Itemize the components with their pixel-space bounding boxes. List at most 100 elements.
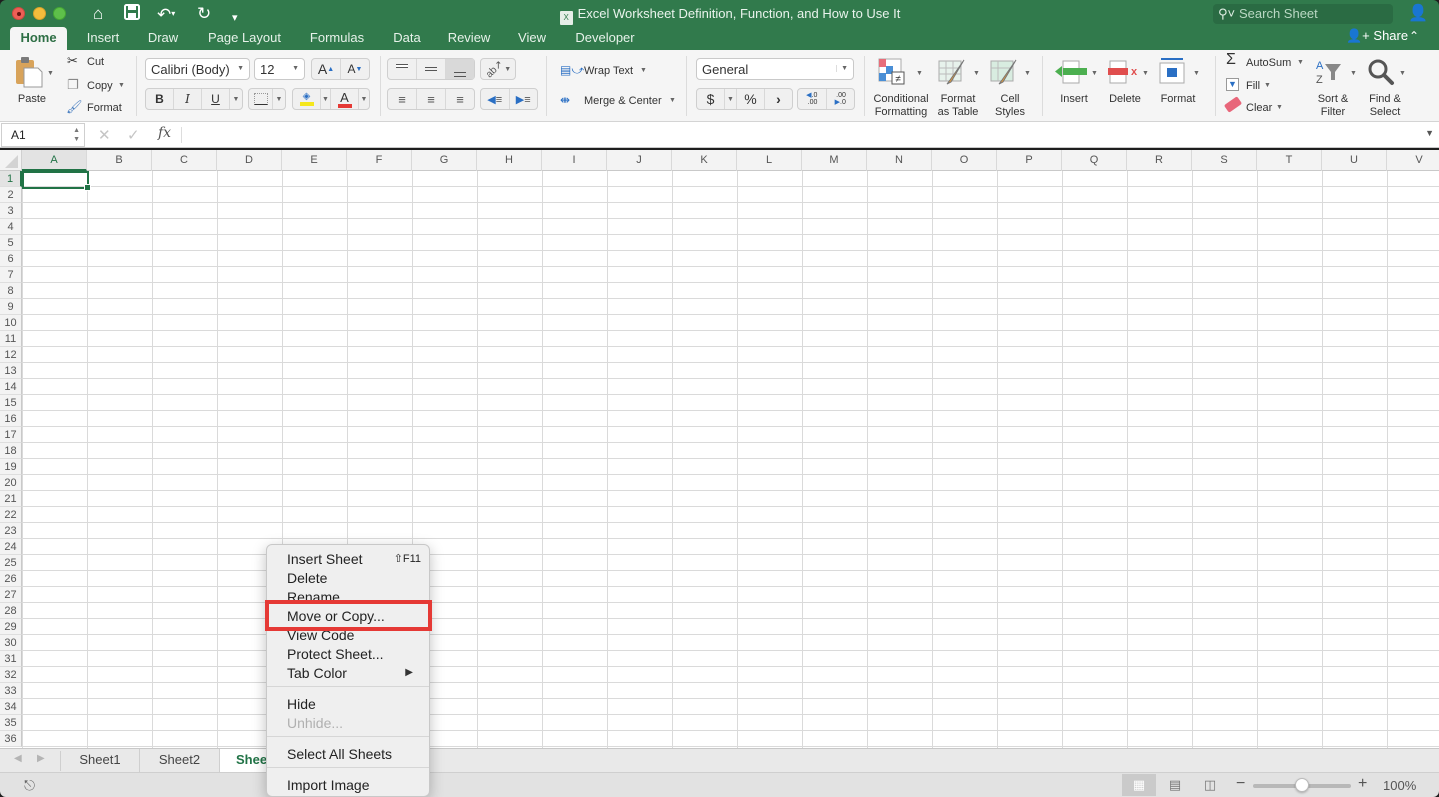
currency-button[interactable]: $ xyxy=(697,89,725,109)
cancel-entry-icon[interactable]: ✕ xyxy=(98,126,111,144)
italic-button[interactable]: I xyxy=(174,89,202,109)
column-header-a[interactable]: A xyxy=(22,150,87,171)
decrease-indent-button[interactable]: ◀≡ xyxy=(481,89,510,109)
decrease-decimal-button[interactable]: .00 ▶.0 xyxy=(827,89,855,109)
share-button[interactable]: 👤+ Share xyxy=(1346,27,1408,45)
previous-sheet-arrow-icon[interactable]: ◀ xyxy=(14,753,22,764)
normal-view-button[interactable]: ▦ xyxy=(1122,774,1156,796)
row-header-33[interactable]: 33 xyxy=(0,683,22,699)
row-header-9[interactable]: 9 xyxy=(0,299,22,315)
row-header-36[interactable]: 36 xyxy=(0,731,22,747)
customize-toolbar-icon[interactable]: ▾ xyxy=(232,8,238,28)
column-header-q[interactable]: Q xyxy=(1062,150,1127,171)
format-cells-button[interactable]: Format xyxy=(1156,93,1200,106)
align-left-button[interactable]: ≡ xyxy=(388,89,417,109)
column-header-b[interactable]: B xyxy=(87,150,152,171)
fill-color-button[interactable]: ◈ xyxy=(293,89,321,109)
cells-area[interactable] xyxy=(22,171,1439,748)
tab-developer[interactable]: Developer xyxy=(570,27,640,50)
row-header-22[interactable]: 22 xyxy=(0,507,22,523)
font-size-select[interactable]: 12 ▼ xyxy=(254,58,305,80)
row-header-6[interactable]: 6 xyxy=(0,251,22,267)
delete-cells-dropdown-icon[interactable]: ▼ xyxy=(1142,70,1149,77)
row-header-20[interactable]: 20 xyxy=(0,475,22,491)
redo-icon[interactable]: ↻ xyxy=(197,4,211,24)
zoom-in-button[interactable]: + xyxy=(1358,775,1367,793)
conditional-formatting-button[interactable]: Conditional Formatting xyxy=(868,93,934,119)
paste-icon[interactable] xyxy=(14,56,43,88)
currency-dropdown[interactable]: ▼ xyxy=(725,89,737,109)
row-header-34[interactable]: 34 xyxy=(0,699,22,715)
row-header-32[interactable]: 32 xyxy=(0,667,22,683)
column-header-k[interactable]: K xyxy=(672,150,737,171)
column-header-i[interactable]: I xyxy=(542,150,607,171)
align-right-button[interactable]: ≡ xyxy=(446,89,474,109)
format-as-table-button[interactable]: Format as Table xyxy=(935,93,981,119)
row-header-13[interactable]: 13 xyxy=(0,363,22,379)
sort-filter-dropdown-icon[interactable]: ▼ xyxy=(1350,70,1357,77)
merge-center-dropdown-icon[interactable]: ▼ xyxy=(669,97,676,104)
row-header-25[interactable]: 25 xyxy=(0,555,22,571)
row-header-2[interactable]: 2 xyxy=(0,187,22,203)
row-header-27[interactable]: 27 xyxy=(0,587,22,603)
tab-page-layout[interactable]: Page Layout xyxy=(203,27,286,50)
font-name-select[interactable]: Calibri (Body) ▼ xyxy=(145,58,250,80)
save-icon[interactable] xyxy=(124,4,140,25)
underline-button[interactable]: U xyxy=(202,89,230,109)
maximize-window-button[interactable] xyxy=(53,7,66,20)
undo-icon[interactable]: ↶▾ xyxy=(157,4,175,25)
zoom-out-button[interactable]: − xyxy=(1236,775,1245,793)
column-header-d[interactable]: D xyxy=(217,150,282,171)
row-header-8[interactable]: 8 xyxy=(0,283,22,299)
row-header-1[interactable]: 1 xyxy=(0,171,22,187)
clear-button[interactable]: Clear xyxy=(1246,101,1272,115)
row-header-35[interactable]: 35 xyxy=(0,715,22,731)
sort-filter-button[interactable]: Sort & Filter xyxy=(1313,93,1353,119)
page-break-view-button[interactable]: ◫ xyxy=(1193,774,1227,796)
align-middle-button[interactable] xyxy=(417,59,446,79)
cell-styles-dropdown-icon[interactable]: ▼ xyxy=(1024,70,1031,77)
row-header-16[interactable]: 16 xyxy=(0,411,22,427)
row-header-15[interactable]: 15 xyxy=(0,395,22,411)
menu-item-select-all-sheets[interactable]: Select All Sheets xyxy=(287,745,392,763)
borders-button[interactable] xyxy=(249,89,273,109)
paste-button[interactable]: Paste xyxy=(14,93,50,106)
page-layout-view-button[interactable]: ▤ xyxy=(1158,774,1192,796)
insert-cells-dropdown-icon[interactable]: ▼ xyxy=(1091,70,1098,77)
menu-item-insert-sheet[interactable]: Insert Sheet xyxy=(287,550,363,568)
worksheet-grid[interactable]: ABCDEFGHIJKLMNOPQRSTUV 1 2 3 4 5 6 7 8 9 10 11 12 13… xyxy=(0,150,1439,748)
number-format-select[interactable]: General ▼ xyxy=(696,58,854,80)
row-header-30[interactable]: 30 xyxy=(0,635,22,651)
orientation-button[interactable]: ab↗ ▼ xyxy=(481,58,515,80)
column-header-s[interactable]: S xyxy=(1192,150,1257,171)
column-header-e[interactable]: E xyxy=(282,150,347,171)
tab-formulas[interactable]: Formulas xyxy=(305,27,369,50)
row-header-3[interactable]: 3 xyxy=(0,203,22,219)
column-header-f[interactable]: F xyxy=(347,150,412,171)
autosum-button[interactable]: AutoSum xyxy=(1246,56,1291,70)
column-header-l[interactable]: L xyxy=(737,150,802,171)
percent-button[interactable]: % xyxy=(737,89,765,109)
menu-item-tab-color[interactable]: Tab Color xyxy=(287,664,347,682)
align-center-button[interactable]: ≡ xyxy=(417,89,446,109)
borders-dropdown[interactable]: ▼ xyxy=(273,89,285,109)
format-cells-dropdown-icon[interactable]: ▼ xyxy=(1193,70,1200,77)
find-select-button[interactable]: Find & Select xyxy=(1364,93,1406,119)
sheet-tab-sheet1[interactable]: Sheet1 xyxy=(61,749,140,773)
column-header-n[interactable]: N xyxy=(867,150,932,171)
home-icon[interactable]: ⌂ xyxy=(93,4,103,24)
row-header-5[interactable]: 5 xyxy=(0,235,22,251)
column-header-j[interactable]: J xyxy=(607,150,672,171)
menu-item-hide[interactable]: Hide xyxy=(287,695,316,713)
format-as-table-dropdown-icon[interactable]: ▼ xyxy=(973,70,980,77)
row-header-14[interactable]: 14 xyxy=(0,379,22,395)
name-box-stepper-icon[interactable]: ▲ ▼ xyxy=(73,126,80,144)
column-header-m[interactable]: M xyxy=(802,150,867,171)
column-header-v[interactable]: V xyxy=(1387,150,1439,171)
sheet-tab-sheet2[interactable]: Sheet2 xyxy=(140,749,220,773)
minimize-window-button[interactable] xyxy=(33,7,46,20)
column-header-p[interactable]: P xyxy=(997,150,1062,171)
row-header-28[interactable]: 28 xyxy=(0,603,22,619)
row-header-23[interactable]: 23 xyxy=(0,523,22,539)
confirm-entry-icon[interactable]: ✓ xyxy=(127,126,140,144)
